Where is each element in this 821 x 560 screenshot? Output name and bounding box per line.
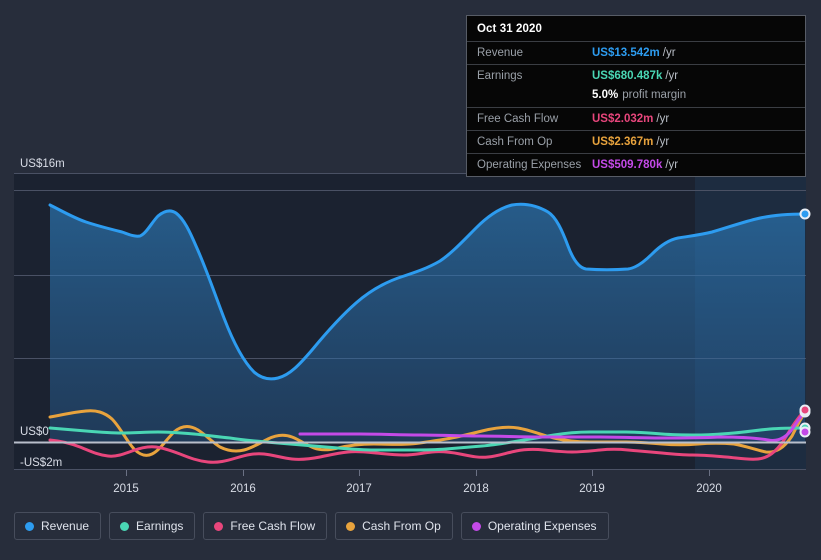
legend-label-free-cash-flow: Free Cash Flow [230,519,316,533]
y-axis-label-zero: US$0 [20,426,49,438]
legend-dot-earnings [120,521,130,531]
tooltip-row-revenue: Revenue US$13.542m /yr [467,41,805,64]
x-axis-label-2020: 2020 [696,483,722,495]
tooltip-row-profit-margin: 5.0% profit margin [467,87,805,107]
legend-item-operating-expenses[interactable]: Operating Expenses [460,512,609,540]
legend-label-revenue: Revenue [41,519,90,533]
x-axis-label-2018: 2018 [463,483,489,495]
legend-item-cash-from-op[interactable]: Cash From Op [335,512,453,540]
x-axis-label-2015: 2015 [113,483,139,495]
financial-chart-page: US$16m US$0 -US$2m 2015 2016 2017 2018 2… [0,0,821,560]
y-axis-label-top: US$16m [20,158,65,170]
tooltip-unit-revenue: /yr [662,47,676,59]
tooltip-value-free-cash-flow: US$2.032m [592,113,654,125]
tooltip-label-cash-from-op: Cash From Op [477,136,553,148]
legend-item-free-cash-flow[interactable]: Free Cash Flow [203,512,328,540]
endpoint-free-cash-flow [799,404,811,416]
legend-item-revenue[interactable]: Revenue [14,512,102,540]
legend-label-earnings: Earnings [136,519,184,533]
tooltip-unit-cash-from-op: /yr [656,136,670,148]
legend-dot-cash-from-op [346,521,356,531]
x-axis-label-2017: 2017 [346,483,372,495]
tooltip-date: Oct 31 2020 [477,23,543,35]
y-axis-label-bottom: -US$2m [20,457,62,469]
chart-tooltip: Oct 31 2020 Revenue US$13.542m /yr Earni… [466,15,806,177]
chart-legend: Revenue Earnings Free Cash Flow Cash Fro… [14,512,609,540]
legend-label-operating-expenses: Operating Expenses [487,519,597,533]
tooltip-label-revenue: Revenue [477,47,524,59]
legend-dot-free-cash-flow [214,521,224,531]
tooltip-profit-margin-value: 5.0% [592,89,619,101]
legend-label-cash-from-op: Cash From Op [362,519,441,533]
tooltip-unit-free-cash-flow: /yr [656,113,670,125]
tooltip-profit-margin-text: profit margin [622,89,687,101]
tooltip-label-free-cash-flow: Free Cash Flow [477,113,559,125]
tooltip-row-earnings: Earnings US$680.487k /yr [467,64,805,87]
x-axis-label-2019: 2019 [579,483,605,495]
tooltip-row-free-cash-flow: Free Cash Flow US$2.032m /yr [467,107,805,130]
endpoint-operating-expenses [799,426,811,438]
tooltip-unit-operating-expenses: /yr [665,159,679,171]
endpoint-revenue [799,208,811,220]
tooltip-row-cash-from-op: Cash From Op US$2.367m /yr [467,130,805,153]
tooltip-label-operating-expenses: Operating Expenses [477,159,582,171]
tooltip-value-earnings: US$680.487k [592,70,663,82]
x-axis-label-2016: 2016 [230,483,256,495]
tooltip-value-cash-from-op: US$2.367m [592,136,654,148]
legend-item-earnings[interactable]: Earnings [109,512,196,540]
legend-dot-operating-expenses [471,521,481,531]
tooltip-value-operating-expenses: US$509.780k [592,159,663,171]
tooltip-row-operating-expenses: Operating Expenses US$509.780k /yr [467,153,805,176]
x-axis-ticks [126,470,710,476]
legend-dot-revenue [25,521,34,531]
tooltip-unit-earnings: /yr [665,70,679,82]
tooltip-value-revenue: US$13.542m [592,47,660,59]
tooltip-label-earnings: Earnings [477,70,523,82]
